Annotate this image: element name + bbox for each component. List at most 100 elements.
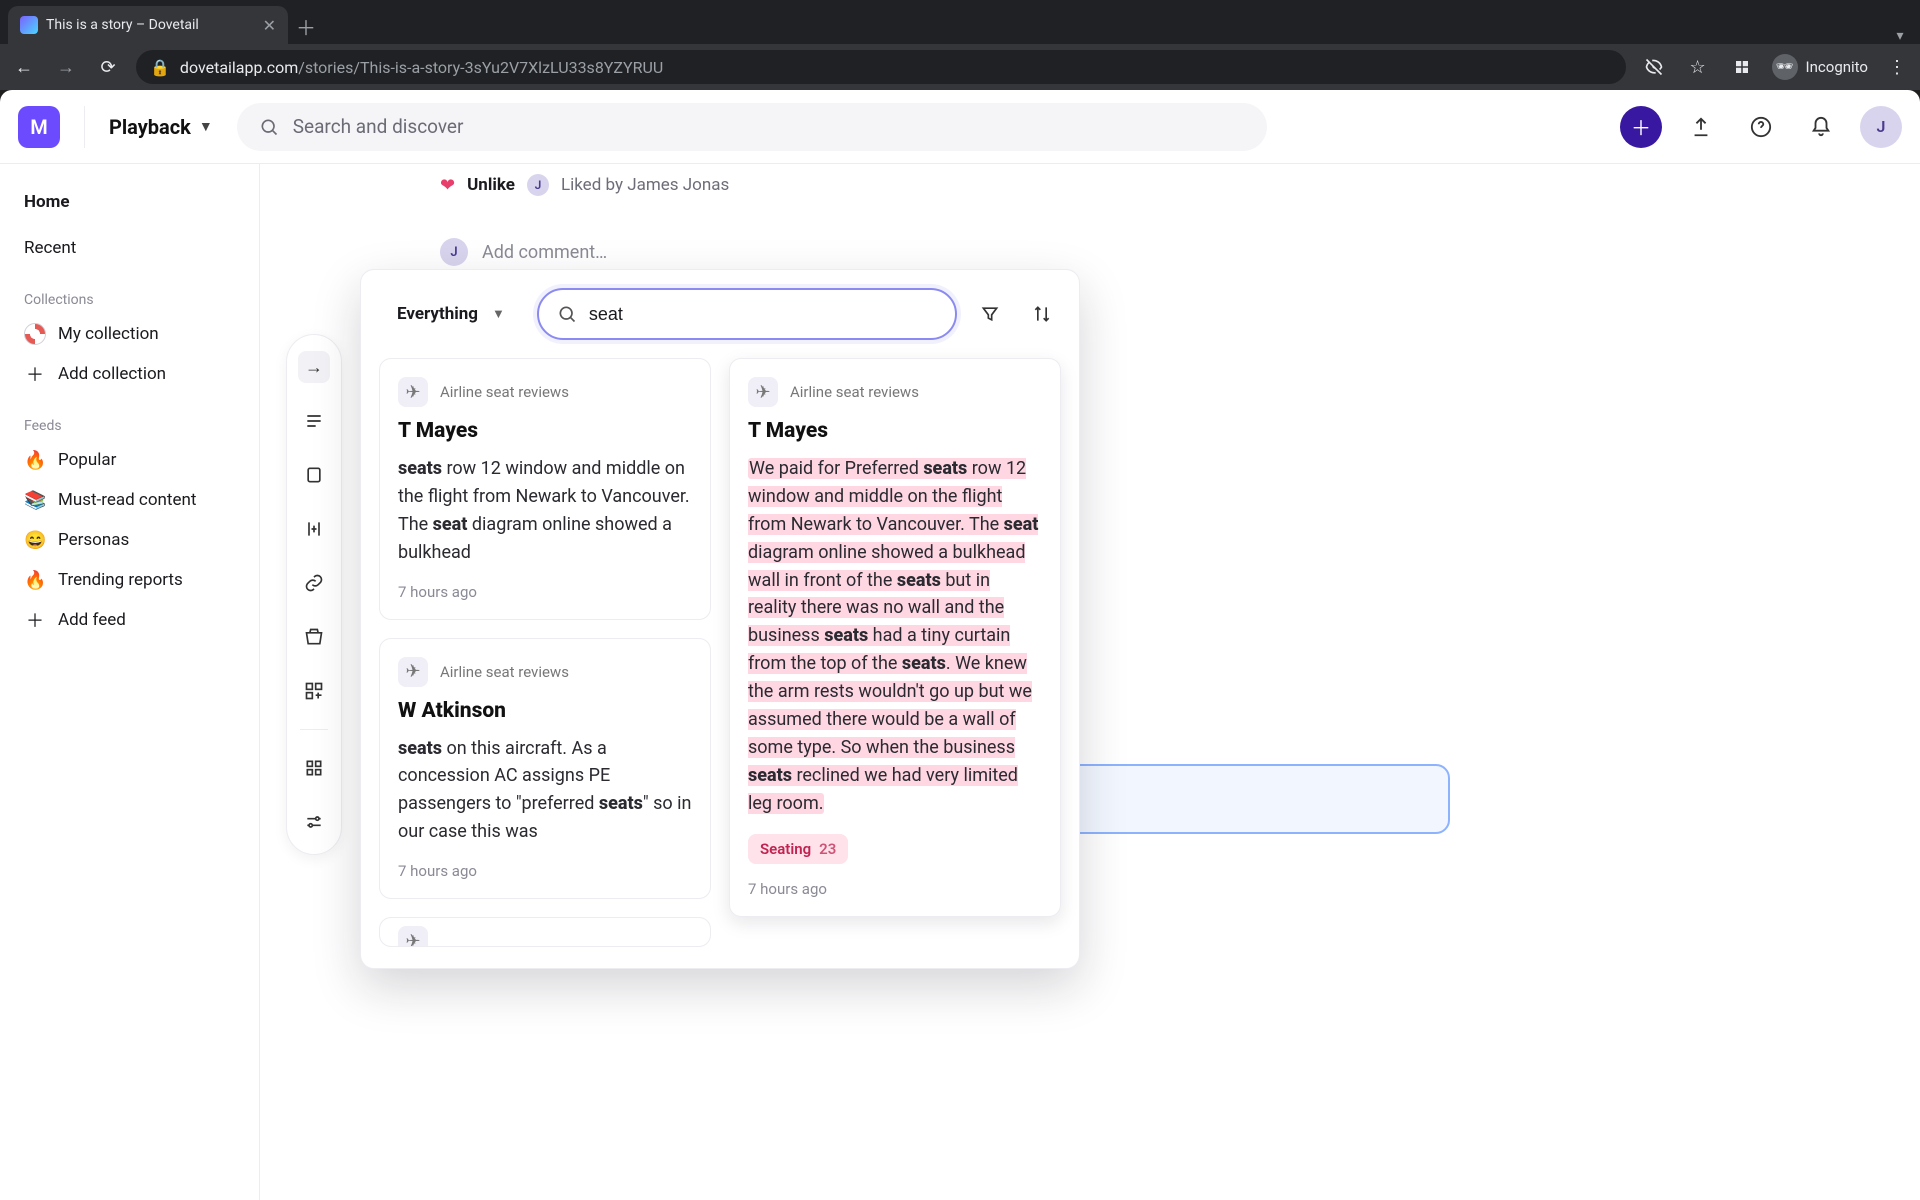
fire-icon: 🔥 — [24, 570, 46, 591]
share-button[interactable] — [1680, 106, 1722, 148]
scope-label: Everything — [397, 304, 478, 324]
result-card-highlighted[interactable]: ✈ Airline seat reviews T Mayes We paid f… — [729, 358, 1061, 917]
note-tool[interactable] — [298, 459, 330, 491]
incognito-icon: 🕶 — [1772, 54, 1798, 80]
result-source: Airline seat reviews — [440, 663, 569, 681]
settings-tool[interactable] — [298, 806, 330, 838]
plus-icon: ＋ — [24, 607, 46, 633]
tab-title: This is a story – Dovetail — [46, 17, 255, 33]
sidebar-recent[interactable]: Recent — [14, 228, 245, 268]
new-tab-button[interactable]: ＋ — [288, 8, 324, 44]
result-card[interactable]: ✈ Airline seat reviews T Mayes seats row… — [379, 358, 711, 620]
global-search[interactable]: Search and discover — [237, 103, 1267, 151]
home-label: Home — [24, 192, 70, 212]
app-topbar: M Playback ▼ Search and discover ＋ — [0, 90, 1920, 164]
workspace-badge[interactable]: M — [18, 106, 60, 148]
results-column-right: ✈ Airline seat reviews T Mayes We paid f… — [729, 358, 1061, 969]
filter-button[interactable] — [971, 295, 1009, 333]
chevron-down-icon: ▼ — [199, 118, 213, 135]
add-collection-label: Add collection — [58, 364, 166, 384]
url-path: /stories/This-is-a-story-3sYu2V7XlzLU33s… — [298, 58, 663, 77]
result-title: T Mayes — [398, 419, 692, 443]
plus-icon: ＋ — [24, 361, 46, 387]
feed-label: Trending reports — [58, 570, 183, 590]
link-tool[interactable] — [298, 567, 330, 599]
help-button[interactable] — [1740, 106, 1782, 148]
results-column-left: ✈ Airline seat reviews T Mayes seats row… — [379, 358, 711, 969]
forward-button[interactable]: → — [52, 53, 80, 81]
vertical-toolbar: → — [286, 334, 342, 855]
grid-tool[interactable] — [298, 752, 330, 784]
feeds-heading: Feeds — [14, 418, 245, 440]
text-tool[interactable] — [298, 405, 330, 437]
result-tag[interactable]: Seating 23 — [748, 834, 848, 864]
sidebar-feed-must-read[interactable]: 📚 Must-read content — [14, 480, 245, 520]
expand-tool[interactable]: → — [298, 351, 330, 383]
search-icon — [557, 304, 577, 324]
result-time: 7 hours ago — [398, 862, 692, 880]
sidebar-feed-personas[interactable]: 😄 Personas — [14, 520, 245, 560]
fire-icon: 🔥 — [24, 450, 46, 471]
tag-label: Seating — [760, 840, 811, 858]
widgets-tool[interactable] — [298, 675, 330, 707]
sidebar-my-collection[interactable]: My collection — [14, 314, 245, 354]
feed-label: Popular — [58, 450, 116, 470]
column-tool[interactable] — [298, 513, 330, 545]
lock-icon: 🔒 — [150, 58, 170, 77]
tabs-dropdown-icon[interactable]: ▾ — [1880, 28, 1920, 44]
notifications-button[interactable] — [1800, 106, 1842, 148]
sidebar-add-collection[interactable]: ＋ Add collection — [14, 354, 245, 394]
avatar-initial: J — [1877, 117, 1886, 136]
sidebar: Home Recent Collections My collection ＋ … — [0, 164, 260, 1200]
smile-icon: 😄 — [24, 530, 46, 551]
archive-tool[interactable] — [298, 621, 330, 653]
sidebar-feed-trending[interactable]: 🔥 Trending reports — [14, 560, 245, 600]
workspace-initial: M — [30, 115, 48, 139]
browser-menu-icon[interactable]: ⋮ — [1884, 57, 1910, 78]
result-source: Airline seat reviews — [440, 383, 569, 401]
playback-dropdown[interactable]: Playback ▼ — [109, 115, 213, 139]
result-time: 7 hours ago — [748, 880, 1042, 898]
liked-by-text: Liked by James Jonas — [561, 175, 729, 195]
result-source: Airline seat reviews — [790, 383, 919, 401]
create-button[interactable]: ＋ — [1620, 106, 1662, 148]
back-button[interactable]: ← — [10, 53, 38, 81]
result-card[interactable]: ✈ Airline seat reviews W Atkinson seats … — [379, 638, 711, 900]
chevron-down-icon: ▼ — [492, 306, 505, 322]
browser-tab[interactable]: This is a story – Dovetail ✕ — [8, 6, 288, 44]
search-popup: Everything ▼ — [360, 269, 1080, 969]
sidebar-feed-popular[interactable]: 🔥 Popular — [14, 440, 245, 480]
feed-label: Must-read content — [58, 490, 196, 510]
browser-tabbar: This is a story – Dovetail ✕ ＋ ▾ — [0, 0, 1920, 44]
close-tab-icon[interactable]: ✕ — [263, 16, 276, 35]
profile-avatar[interactable]: J — [1860, 106, 1902, 148]
plus-icon: ＋ — [1631, 112, 1651, 141]
recent-label: Recent — [24, 238, 76, 258]
eye-off-icon[interactable] — [1640, 53, 1668, 81]
content-area: ❤ Unlike J Liked by James Jonas J Add co… — [260, 164, 1920, 1200]
playback-label: Playback — [109, 115, 191, 139]
result-body: seats row 12 window and middle on the fl… — [398, 455, 692, 567]
heart-icon[interactable]: ❤ — [440, 175, 455, 196]
extensions-icon[interactable] — [1728, 53, 1756, 81]
incognito-indicator[interactable]: 🕶 Incognito — [1772, 54, 1868, 80]
global-search-placeholder: Search and discover — [293, 115, 464, 138]
sort-button[interactable] — [1023, 295, 1061, 333]
result-card-partial[interactable]: ✈ — [379, 917, 711, 947]
search-scope-dropdown[interactable]: Everything ▼ — [379, 289, 523, 339]
reload-button[interactable]: ⟳ — [94, 53, 122, 81]
search-icon — [259, 117, 279, 137]
reply-input-outline[interactable] — [1030, 764, 1450, 834]
popup-search-field[interactable] — [537, 288, 957, 340]
star-icon[interactable]: ☆ — [1684, 53, 1712, 81]
omnibox[interactable]: 🔒 dovetailapp.com/stories/This-is-a-stor… — [136, 50, 1626, 84]
sidebar-add-feed[interactable]: ＋ Add feed — [14, 600, 245, 640]
sidebar-home[interactable]: Home — [14, 182, 245, 222]
airplane-icon: ✈ — [748, 377, 778, 407]
popup-search-input[interactable] — [589, 304, 937, 325]
result-title: W Atkinson — [398, 699, 692, 723]
result-body: seats on this aircraft. As a concession … — [398, 735, 692, 847]
toolbar-separator — [300, 729, 328, 730]
comment-row[interactable]: J Add comment… — [440, 238, 1880, 266]
unlike-button[interactable]: Unlike — [467, 175, 515, 195]
